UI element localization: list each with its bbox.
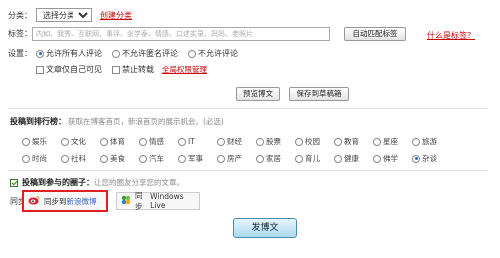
rank-category-option[interactable]: 社科 — [61, 153, 100, 164]
auto-match-tags-button[interactable]: 自动匹配标签 — [344, 27, 406, 41]
rank-category-option[interactable]: 股票 — [256, 136, 295, 147]
comment-none-radio[interactable] — [188, 49, 196, 58]
rank-category-radio[interactable] — [178, 154, 186, 163]
rank-category-option[interactable]: 健康 — [334, 153, 373, 164]
settings-row: 设置： 允许所有人评论 不允许匿名评论 不允许评论 — [8, 48, 238, 59]
rank-category-radio[interactable] — [217, 154, 225, 163]
category-row: 分类： 选择分类 创建分类 — [8, 8, 132, 22]
rank-category-radio[interactable] — [295, 154, 303, 163]
circle-row: 投稿到参与的圈子： 让您的圈友分享您的文章。 — [10, 177, 184, 188]
rank-category-radio[interactable] — [139, 154, 147, 163]
rank-category-radio[interactable] — [412, 154, 420, 163]
settings-row-2: 文章仅自己可见 禁止转载 全局权限管理 — [36, 64, 207, 75]
permission-link[interactable]: 全局权限管理 — [162, 64, 207, 75]
rank-category-empty — [451, 136, 490, 147]
circle-checkbox[interactable] — [10, 178, 18, 187]
comment-option-no-anon[interactable]: 不允许匿名评论 — [112, 48, 178, 59]
rank-category-radio[interactable] — [256, 137, 264, 146]
rank-category-option[interactable]: 财经 — [217, 136, 256, 147]
comment-no-anon-radio[interactable] — [112, 49, 120, 58]
rank-category-option[interactable]: IT — [178, 136, 217, 147]
rank-category-option[interactable]: 教育 — [334, 136, 373, 147]
divider — [8, 170, 488, 171]
rank-category-radio[interactable] — [61, 137, 69, 146]
rank-category-empty — [451, 153, 490, 164]
no-repost-option[interactable]: 禁止转载 — [112, 64, 154, 75]
rank-category-option[interactable]: 军事 — [178, 153, 217, 164]
rank-category-radio[interactable] — [334, 137, 342, 146]
rank-category-radio[interactable] — [295, 137, 303, 146]
rank-category-radio[interactable] — [256, 154, 264, 163]
rank-category-option[interactable]: 情感 — [139, 136, 178, 147]
rank-category-radio[interactable] — [412, 137, 420, 146]
comment-option-none[interactable]: 不允许评论 — [188, 48, 238, 59]
self-visible-option[interactable]: 文章仅自己可见 — [36, 64, 102, 75]
rank-category-option[interactable]: 体育 — [100, 136, 139, 147]
rank-category-radio[interactable] — [217, 137, 225, 146]
rank-category-option[interactable]: 汽车 — [139, 153, 178, 164]
tags-input[interactable]: 内如、我秀、互联网、事评、张学泰、情感、口述实录、妈妈、老照片 — [32, 27, 330, 41]
save-draft-button[interactable]: 保存到草稿箱 — [289, 87, 349, 101]
tags-label: 标签： — [8, 29, 32, 38]
rank-hint: 获取在博客首页，新浪首页的展示机会。(必选) — [68, 117, 224, 126]
publish-button[interactable]: 发博文 — [233, 218, 297, 238]
preview-button[interactable]: 预览博文 — [236, 87, 280, 101]
rank-category-option[interactable]: 佛学 — [373, 153, 412, 164]
rank-category-radio[interactable] — [373, 154, 381, 163]
rank-category-radio[interactable] — [334, 154, 342, 163]
category-select[interactable]: 选择分类 — [36, 8, 92, 22]
no-repost-checkbox[interactable] — [112, 65, 120, 74]
rank-category-radio[interactable] — [373, 137, 381, 146]
sync-weibo-button[interactable]: 同步到 新浪微博 — [22, 190, 108, 212]
rank-category-option[interactable]: 育儿 — [295, 153, 334, 164]
comment-option-all[interactable]: 允许所有人评论 — [36, 48, 102, 59]
rank-category-option[interactable]: 时尚 — [22, 153, 61, 164]
rank-category-option[interactable]: 校园 — [295, 136, 334, 147]
create-category-link[interactable]: 创建分类 — [100, 10, 132, 21]
rank-category-option[interactable]: 娱乐 — [22, 136, 61, 147]
rank-category-option[interactable]: 房产 — [217, 153, 256, 164]
tag-help-link[interactable]: 什么是标签？ — [427, 30, 475, 41]
rank-category-radio[interactable] — [139, 137, 147, 146]
rank-category-radio[interactable] — [100, 154, 108, 163]
rank-category-option[interactable]: 家居 — [256, 153, 295, 164]
rank-category-option[interactable]: 美食 — [100, 153, 139, 164]
rank-header: 投稿到排行榜： 获取在博客首页，新浪首页的展示机会。(必选) — [10, 116, 224, 127]
category-label: 分类： — [8, 10, 32, 20]
rank-category-option[interactable]: 星座 — [373, 136, 412, 147]
circle-hint: 让您的圈友分享您的文章。 — [94, 178, 184, 187]
windows-live-icon — [121, 195, 131, 207]
rank-category-grid: 娱乐 文化 体育 情感 IT 财经 股票 校园 教育 星座 旅游 时尚 社科 美… — [22, 136, 490, 164]
rank-category-option-selected[interactable]: 杂谈 — [412, 153, 451, 164]
weibo-icon — [28, 195, 40, 207]
divider — [8, 108, 488, 109]
rank-category-option[interactable]: 旅游 — [412, 136, 451, 147]
rank-category-option[interactable]: 文化 — [61, 136, 100, 147]
comment-all-radio[interactable] — [36, 49, 44, 58]
tags-row: 标签： — [8, 28, 32, 39]
rank-category-radio[interactable] — [22, 137, 30, 146]
rank-category-radio[interactable] — [178, 137, 186, 146]
sync-windows-live-button[interactable]: 同步 Windows Live — [116, 191, 200, 211]
rank-category-radio[interactable] — [100, 137, 108, 146]
rank-title: 投稿到排行榜： — [10, 117, 66, 126]
rank-category-radio[interactable] — [61, 154, 69, 163]
settings-label: 设置： — [8, 49, 32, 58]
rank-category-radio[interactable] — [22, 154, 30, 163]
self-visible-checkbox[interactable] — [36, 65, 44, 74]
circle-title: 投稿到参与的圈子： — [22, 178, 94, 187]
